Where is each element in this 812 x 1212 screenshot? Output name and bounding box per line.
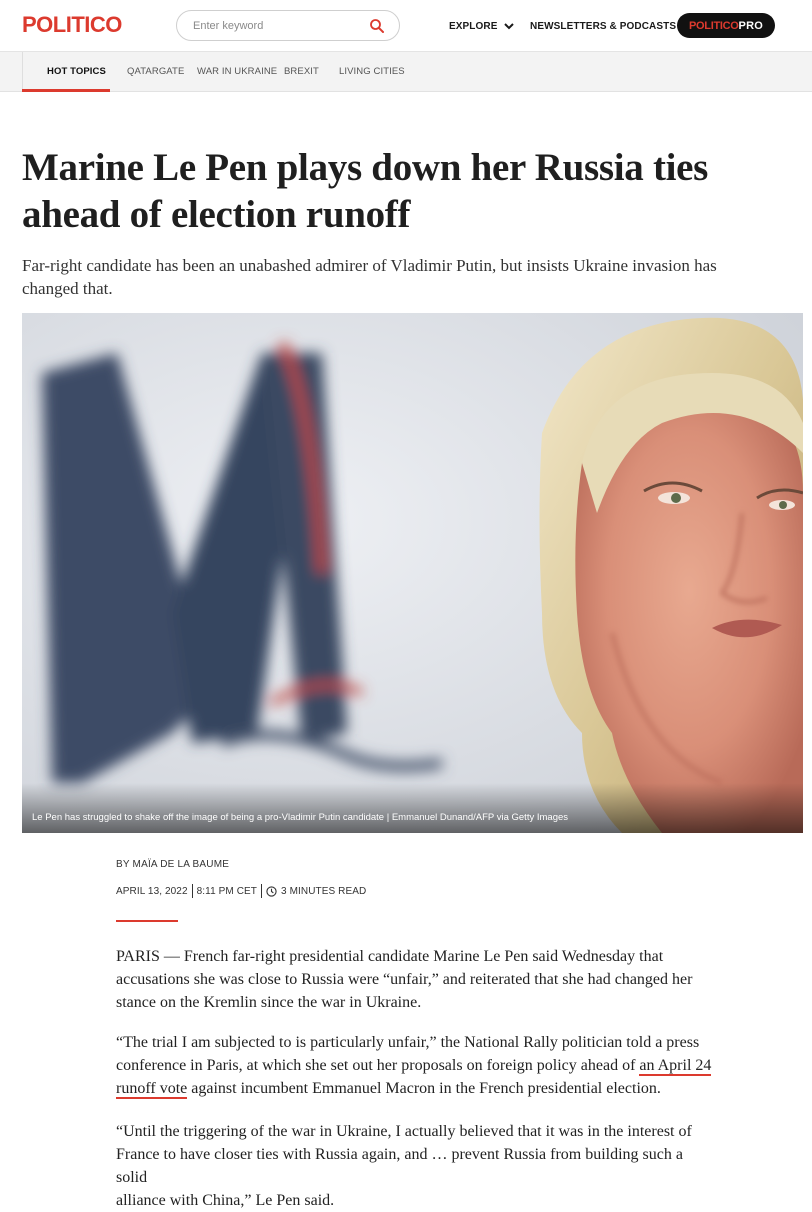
- article-dek: Far-right candidate has been an unabashe…: [22, 254, 762, 300]
- topics-list: HOT TOPICS QATARGATE WAR IN UKRAINE BREX…: [22, 52, 812, 92]
- search-icon[interactable]: [369, 18, 385, 34]
- author-link[interactable]: MAÏA DE LA BAUME: [133, 859, 230, 870]
- publish-date: APRIL 13, 2022: [116, 885, 188, 897]
- p1-line-3: stance on the Kremlin since the war in U…: [116, 994, 422, 1011]
- explore-label: EXPLORE: [449, 20, 498, 32]
- april-24-runoff-link-part-2[interactable]: runoff vote: [116, 1080, 188, 1099]
- headline-line-1: Marine Le Pen plays down her Russia ties: [22, 146, 709, 189]
- p1-line-2: accusations she was close to Russia were…: [116, 971, 693, 988]
- byline-divider: [116, 920, 178, 922]
- paragraph-1: PARIS — French far-right presidential ca…: [116, 945, 716, 1014]
- hero-photo-illustration: [22, 313, 803, 833]
- image-caption: Le Pen has struggled to shake off the im…: [32, 812, 569, 823]
- byline: BY MAÏA DE LA BAUME: [116, 859, 229, 870]
- paragraph-3: “Until the triggering of the war in Ukra…: [116, 1120, 716, 1212]
- pro-text: PRO: [738, 19, 763, 32]
- search-input[interactable]: [193, 17, 363, 35]
- paragraph-2: “The trial I am subjected to is particul…: [116, 1031, 716, 1100]
- politico-pro-button[interactable]: POLITICO PRO: [677, 13, 775, 38]
- topic-hot-topics: HOT TOPICS: [47, 66, 106, 77]
- dek-line-2: changed that.: [22, 279, 113, 298]
- byline-prefix: BY: [116, 859, 130, 870]
- p2-line-2: conference in Paris, at which she set ou…: [116, 1057, 640, 1074]
- newsletters-podcasts-menu[interactable]: NEWSLETTERS & PODCASTS: [530, 18, 693, 34]
- chevron-down-icon: [503, 23, 514, 30]
- hot-topics-underline: [22, 89, 110, 92]
- p3-line-3: alliance with China,” Le Pen said.: [116, 1192, 335, 1209]
- newsletters-podcasts-label: NEWSLETTERS & PODCASTS: [530, 20, 677, 32]
- topic-war-in-ukraine[interactable]: WAR IN UKRAINE: [197, 66, 277, 77]
- explore-menu[interactable]: EXPLORE: [449, 18, 515, 34]
- politico-logo[interactable]: POLITICO: [22, 12, 122, 38]
- read-time: 3 MINUTES READ: [281, 885, 367, 897]
- dek-line-1: Far-right candidate has been an unabashe…: [22, 256, 717, 275]
- search-box: [176, 10, 400, 41]
- hot-topics-bar: HOT TOPICS QATARGATE WAR IN UKRAINE BREX…: [0, 52, 812, 92]
- p3-line-1: “Until the triggering of the war in Ukra…: [116, 1123, 692, 1140]
- article-meta: APRIL 13, 2022 8:11 PM CET 3 MINUTES REA…: [116, 884, 366, 898]
- p1-line-1: PARIS — French far-right presidential ca…: [116, 948, 664, 965]
- pro-politico-text: POLITICO: [689, 19, 739, 32]
- p2-line-3: against incumbent Emmanuel Macron in the…: [187, 1080, 661, 1097]
- topic-qatargate[interactable]: QATARGATE: [127, 66, 184, 77]
- april-24-runoff-link-part-1[interactable]: an April 24: [639, 1057, 712, 1076]
- hero-image: [22, 313, 803, 833]
- topic-brexit[interactable]: BREXIT: [284, 66, 319, 77]
- clock-icon: [266, 885, 277, 897]
- article-headline: Marine Le Pen plays down her Russia ties…: [22, 144, 782, 238]
- publish-time: 8:11 PM CET: [196, 885, 258, 897]
- topic-living-cities[interactable]: LIVING CITIES: [339, 66, 405, 77]
- meta-separator: [191, 884, 193, 898]
- p3-line-2: France to have closer ties with Russia a…: [116, 1146, 683, 1186]
- p2-line-1: “The trial I am subjected to is particul…: [116, 1034, 700, 1051]
- headline-line-2: ahead of election runoff: [22, 193, 411, 236]
- meta-separator: [261, 884, 263, 898]
- top-header: POLITICO EXPLORE NEWSLETTERS & PODCASTS …: [0, 0, 812, 52]
